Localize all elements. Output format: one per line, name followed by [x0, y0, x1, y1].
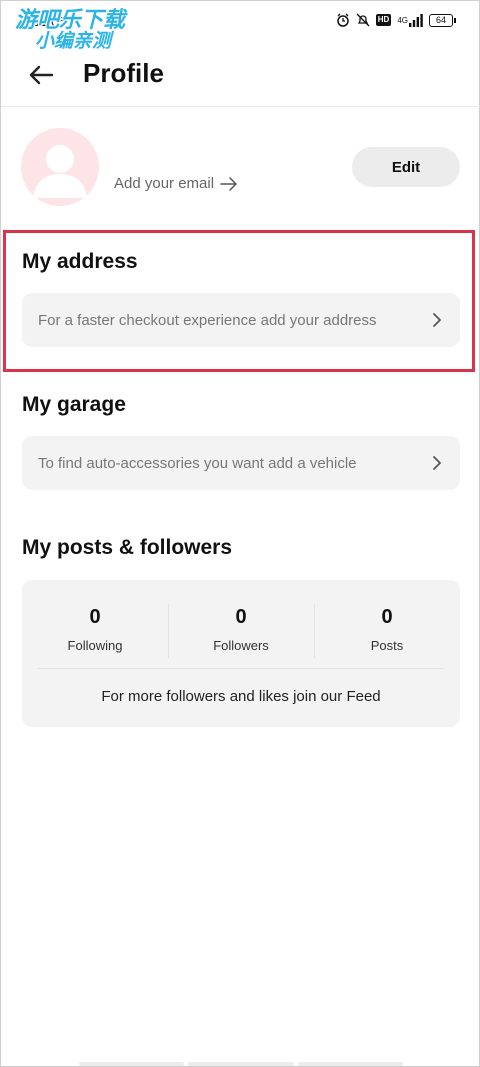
page-title: Profile [83, 58, 164, 88]
status-icons: HD 4G 64 [336, 13, 456, 27]
network-label: 4G [397, 15, 408, 25]
posts-section-title: My posts & followers [22, 536, 233, 559]
edit-profile-button[interactable]: Edit [352, 147, 460, 187]
chevron-right-icon [430, 313, 444, 327]
address-section-title: My address [22, 250, 138, 273]
signal-icon: 4G [397, 13, 423, 27]
divider [38, 668, 444, 669]
stat-label: Followers [213, 638, 269, 653]
stat-label: Following [67, 638, 123, 653]
add-email-link[interactable]: Add your email [114, 175, 238, 192]
stat-followers[interactable]: 0 Followers [168, 602, 314, 664]
garage-section-title: My garage [22, 393, 126, 416]
nav-segment [79, 1062, 185, 1066]
add-email-label: Add your email [114, 175, 215, 192]
stats-row: 0 Following 0 Followers 0 Posts [22, 602, 460, 664]
app-header: Profile [1, 45, 480, 107]
stat-following[interactable]: 0 Following [22, 602, 168, 664]
watermark-line-1: 游吧乐下载 [15, 8, 126, 33]
screen-frame: 11:05 游吧乐下载 小编亲测 HD 4G 64 Profile Add yo… [0, 0, 480, 1067]
nav-segment [297, 1062, 403, 1066]
hd-badge: HD [375, 14, 392, 26]
stat-value: 0 [89, 606, 101, 628]
stat-posts[interactable]: 0 Posts [314, 602, 460, 664]
stat-value: 0 [381, 606, 393, 628]
status-bar: 11:05 游吧乐下载 小编亲测 HD 4G 64 [1, 1, 480, 51]
alarm-icon [336, 13, 350, 27]
join-feed-link[interactable]: For more followers and likes join our Fe… [22, 688, 460, 705]
arrow-left-icon [29, 65, 54, 85]
stat-value: 0 [235, 606, 247, 628]
add-address-row[interactable]: For a faster checkout experience add you… [22, 293, 460, 347]
user-avatar-icon[interactable] [21, 128, 99, 206]
posts-followers-card: 0 Following 0 Followers 0 Posts For more… [22, 580, 460, 727]
navigation-handle [79, 1062, 403, 1066]
chevron-right-icon [430, 456, 444, 470]
add-vehicle-row[interactable]: To find auto-accessories you want add a … [22, 436, 460, 490]
battery-level: 64 [435, 15, 446, 25]
profile-section: Add your email Edit [1, 107, 480, 217]
stat-label: Posts [370, 638, 404, 653]
back-button[interactable] [25, 59, 57, 91]
add-address-text: For a faster checkout experience add you… [38, 311, 377, 329]
add-vehicle-text: To find auto-accessories you want add a … [38, 454, 357, 472]
mute-bell-icon [356, 13, 370, 27]
arrow-right-icon [220, 176, 237, 191]
nav-segment [188, 1062, 294, 1066]
battery-icon: 64 [429, 13, 456, 27]
